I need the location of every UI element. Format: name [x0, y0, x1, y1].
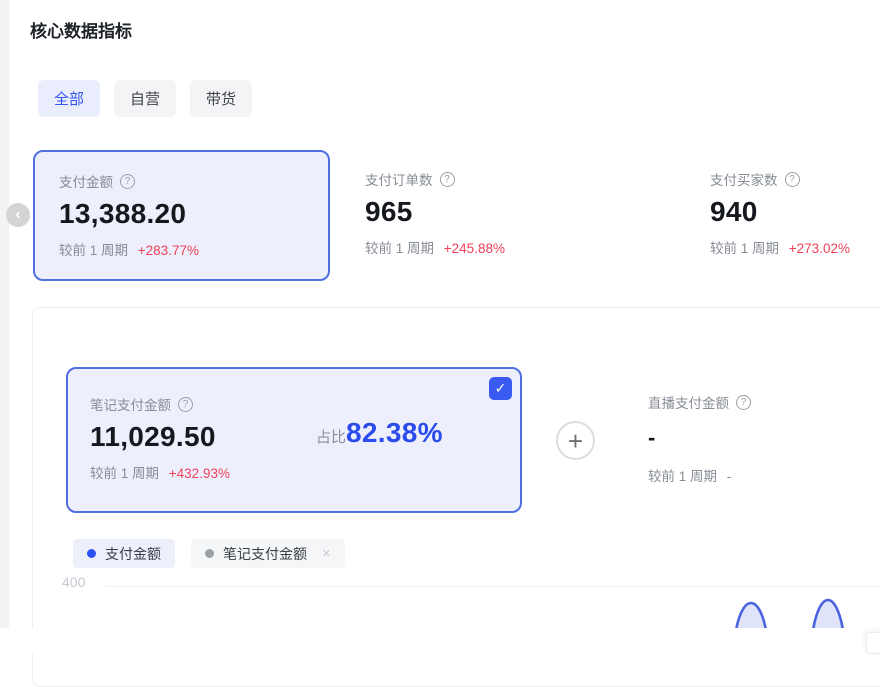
- question-circle-icon[interactable]: ?: [178, 397, 193, 412]
- question-circle-icon[interactable]: ?: [440, 172, 455, 187]
- tab-affiliate[interactable]: 带货: [190, 80, 252, 117]
- change-value: +432.93%: [169, 466, 230, 481]
- chart-legend: 支付金额 笔记支付金额 ×: [73, 539, 345, 568]
- compare-label: 较前 1 周期: [710, 241, 779, 256]
- viewport-bottom-edge: [0, 628, 880, 654]
- metric-label-row: 支付金额 ?: [59, 171, 304, 191]
- metric-value: 13,388.20: [59, 198, 304, 230]
- metric-label-row: 支付买家数 ?: [710, 169, 880, 189]
- check-icon: ✓: [495, 380, 507, 397]
- question-circle-icon[interactable]: ?: [736, 395, 751, 410]
- ratio-label: 占比: [316, 426, 346, 447]
- page-title: 核心数据指标: [30, 17, 132, 42]
- scope-tabs: 全部 自营 带货: [38, 80, 252, 117]
- metric-compare: 较前 1 周期 +273.02%: [710, 237, 880, 257]
- legend-label: 笔记支付金额: [223, 544, 307, 564]
- gridline-400: [105, 586, 880, 587]
- ratio-value: 82.38%: [346, 417, 443, 449]
- legend-chip-payment-amount[interactable]: 支付金额: [73, 539, 175, 568]
- ratio-block: 占比 82.38%: [316, 417, 443, 449]
- legend-chip-note-payment-amount[interactable]: 笔记支付金额 ×: [191, 539, 345, 568]
- metric-card-payment-amount[interactable]: 支付金额 ? 13,388.20 较前 1 周期 +283.77%: [33, 150, 330, 281]
- plus-icon: +: [568, 428, 583, 454]
- metric-label-row: 支付订单数 ?: [365, 169, 597, 189]
- close-icon[interactable]: ×: [322, 545, 331, 562]
- metric-card-live-payment-amount[interactable]: 直播支付金额 ? - 较前 1 周期 -: [648, 392, 868, 485]
- add-metric-button[interactable]: +: [556, 421, 595, 460]
- compare-label: 较前 1 周期: [365, 241, 434, 256]
- metric-label: 直播支付金额: [648, 392, 729, 412]
- metric-card-note-payment-amount[interactable]: ✓ 笔记支付金额 ? 11,029.50 占比 82.38% 较前 1 周期 +…: [66, 367, 522, 513]
- y-axis-tick-400: 400: [62, 574, 85, 590]
- bottom-right-floating-widget: [866, 632, 880, 654]
- metric-card-payment-buyers[interactable]: 支付买家数 ? 940 较前 1 周期 +273.02%: [686, 150, 880, 281]
- checkbox-checked[interactable]: ✓: [489, 377, 512, 400]
- tab-self-operated[interactable]: 自营: [114, 80, 176, 117]
- question-circle-icon[interactable]: ?: [120, 174, 135, 189]
- change-value: +273.02%: [789, 241, 850, 256]
- change-value: +245.88%: [444, 241, 505, 256]
- metric-value: 940: [710, 196, 880, 228]
- legend-dot-icon: [205, 549, 214, 558]
- metric-compare: 较前 1 周期 -: [648, 465, 868, 485]
- metric-value: 965: [365, 196, 597, 228]
- line-chart-partial: [700, 590, 870, 630]
- metric-card-payment-orders[interactable]: 支付订单数 ? 965 较前 1 周期 +245.88%: [341, 150, 621, 281]
- compare-label: 较前 1 周期: [90, 466, 159, 481]
- metric-compare: 较前 1 周期 +283.77%: [59, 239, 304, 259]
- legend-dot-icon: [87, 549, 96, 558]
- legend-label: 支付金额: [105, 544, 161, 564]
- metric-label: 笔记支付金额: [90, 394, 171, 414]
- compare-label: 较前 1 周期: [648, 469, 717, 484]
- question-circle-icon[interactable]: ?: [785, 172, 800, 187]
- page-left-gutter: [0, 0, 9, 654]
- change-value: +283.77%: [138, 243, 199, 258]
- metric-label: 支付订单数: [365, 169, 433, 189]
- metric-compare: 较前 1 周期 +432.93%: [90, 462, 498, 482]
- chevron-left-icon: ‹: [15, 206, 20, 224]
- metric-label: 支付金额: [59, 171, 113, 191]
- compare-label: 较前 1 周期: [59, 243, 128, 258]
- tab-all[interactable]: 全部: [38, 80, 100, 117]
- change-value: -: [727, 469, 732, 484]
- metric-label: 支付买家数: [710, 169, 778, 189]
- carousel-prev-button[interactable]: ‹: [6, 203, 30, 227]
- metric-value: -: [648, 425, 868, 451]
- metric-label-row: 直播支付金额 ?: [648, 392, 868, 412]
- metric-label-row: 笔记支付金额 ?: [90, 394, 498, 414]
- metric-compare: 较前 1 周期 +245.88%: [365, 237, 597, 257]
